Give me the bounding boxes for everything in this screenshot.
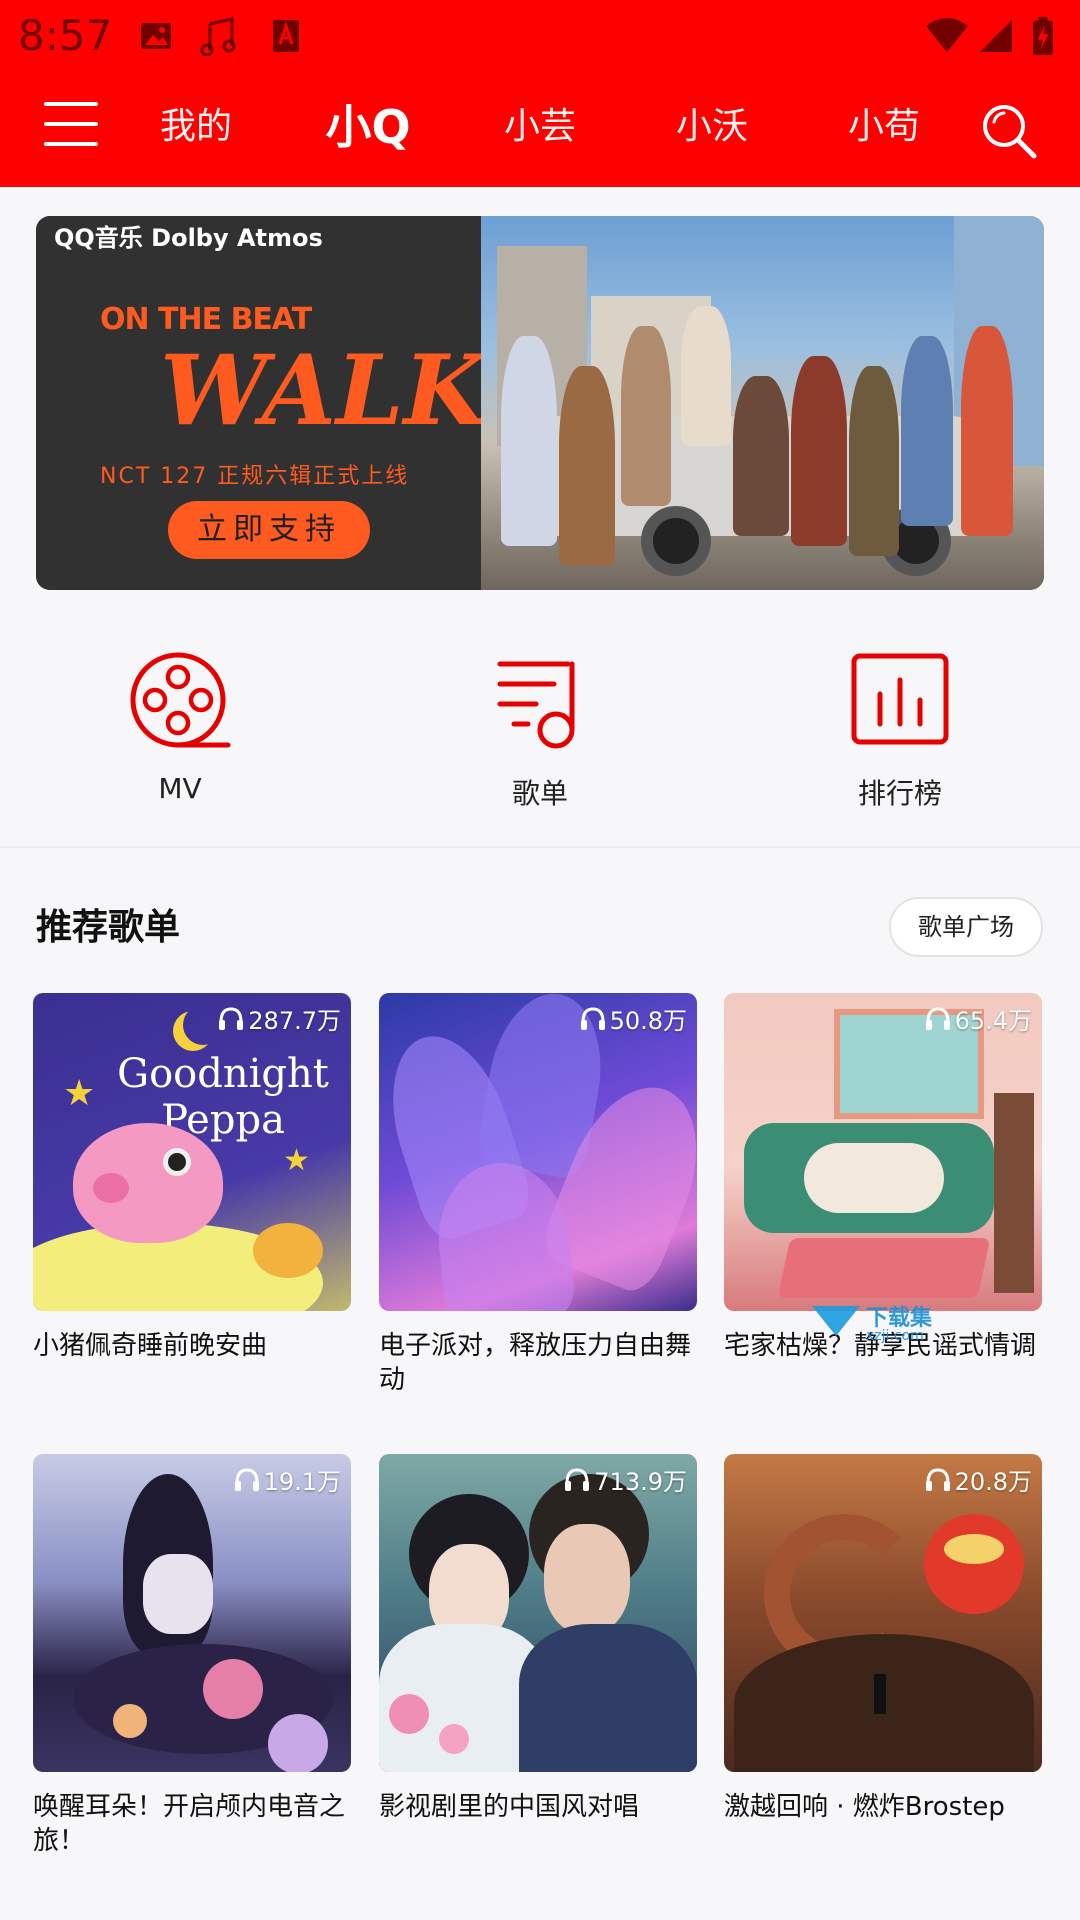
tab-xiaowo[interactable]: 小沃 — [666, 96, 758, 158]
mv-film-reel-icon — [128, 650, 232, 754]
top-bar: 8:57 我的 小Q 小芸 小沃 小苟 — [0, 0, 1080, 187]
top-nav: 我的 小Q 小芸 小沃 小苟 — [0, 72, 1080, 187]
download-arrow-icon — [812, 1306, 860, 1336]
menu-button[interactable] — [44, 102, 98, 152]
play-count: 65.4万 — [923, 1001, 1032, 1036]
banner-title: WALK — [160, 334, 488, 447]
wifi-icon — [924, 16, 970, 56]
status-time: 8:57 — [18, 11, 113, 60]
category-label: 排行榜 — [857, 777, 942, 810]
section-title: 推荐歌单 — [36, 907, 181, 948]
headphones-icon — [925, 1006, 950, 1030]
play-count: 19.1万 — [232, 1462, 341, 1497]
playlist-cover[interactable]: ★ ★ Goodnight Peppa 287.7万 — [33, 993, 351, 1311]
pdf-icon — [268, 16, 304, 56]
playlist-title[interactable]: 唤醒耳朵！开启颅内电音之旅！ — [33, 1790, 351, 1858]
playlist-icon — [488, 650, 592, 754]
category-playlist[interactable]: 歌单 — [440, 650, 640, 812]
tab-xiaoyun[interactable]: 小芸 — [494, 96, 586, 158]
playlist-cover[interactable]: 19.1万 — [33, 1454, 351, 1772]
headphones-icon — [219, 1006, 244, 1030]
play-count-text: 19.1万 — [263, 1468, 341, 1496]
playlist-square-button[interactable]: 歌单广场 — [889, 897, 1043, 957]
headphones-icon — [565, 1467, 590, 1491]
tab-xiaoq[interactable]: 小Q — [322, 96, 414, 158]
category-row: MV 歌单 排行榜 — [0, 650, 1080, 820]
status-bar: 8:57 — [0, 0, 1080, 72]
category-charts[interactable]: 排行榜 — [800, 650, 1000, 812]
playlist-cover[interactable]: 50.8万 — [379, 993, 697, 1311]
play-count: 713.9万 — [562, 1462, 687, 1497]
playlist-title[interactable]: 电子派对，释放压力自由舞动 — [379, 1329, 697, 1397]
playlist-card[interactable]: 20.8万 激越回响 · 燃炸Brostep — [724, 1454, 1042, 1824]
headphones-icon — [234, 1467, 259, 1491]
play-count-text: 65.4万 — [954, 1007, 1032, 1035]
category-label: MV — [158, 772, 202, 805]
banner-logo: QQ音乐 Dolby Atmos — [54, 224, 323, 252]
watermark: 下载集 xzji.com — [812, 1300, 962, 1360]
playlist-card[interactable]: ★ ★ Goodnight Peppa 287.7万 小猪佩奇睡前晚安曲 — [33, 993, 351, 1363]
playlist-cover[interactable]: 20.8万 — [724, 1454, 1042, 1772]
banner-text-panel: QQ音乐 Dolby Atmos ON THE BEAT WALK NCT 12… — [36, 216, 487, 590]
chart-bars-icon — [848, 650, 952, 754]
divider — [0, 846, 1080, 848]
image-icon — [138, 16, 174, 56]
playlist-card[interactable]: 19.1万 唤醒耳朵！开启颅内电音之旅！ — [33, 1454, 351, 1858]
playlist-cover[interactable]: 65.4万 — [724, 993, 1042, 1311]
battery-icon — [1030, 16, 1056, 56]
playlist-card[interactable]: 713.9万 影视剧里的中国风对唱 — [379, 1454, 697, 1824]
playlist-title[interactable]: 影视剧里的中国风对唱 — [379, 1790, 697, 1824]
category-label: 歌单 — [511, 777, 568, 810]
banner-description: NCT 127 正规六辑正式上线 — [100, 464, 410, 489]
play-count: 287.7万 — [216, 1001, 341, 1036]
play-count-text: 713.9万 — [594, 1468, 687, 1496]
play-count: 50.8万 — [578, 1001, 687, 1036]
play-count-text: 287.7万 — [248, 1007, 341, 1035]
playlist-title[interactable]: 激越回响 · 燃炸Brostep — [724, 1790, 1042, 1824]
headphones-icon — [925, 1467, 950, 1491]
music-note-icon — [200, 16, 236, 57]
tab-xiaogou[interactable]: 小苟 — [838, 96, 930, 158]
signal-icon — [978, 16, 1014, 56]
playlist-cover[interactable]: 713.9万 — [379, 1454, 697, 1772]
playlist-title[interactable]: 小猪佩奇睡前晚安曲 — [33, 1329, 351, 1363]
banner-photo — [481, 216, 1044, 590]
headphones-icon — [580, 1006, 605, 1030]
banner-cta-button[interactable]: 立即支持 — [168, 501, 370, 559]
promo-banner[interactable]: QQ音乐 Dolby Atmos ON THE BEAT WALK NCT 12… — [36, 216, 1044, 590]
category-mv[interactable]: MV — [80, 650, 280, 805]
playlist-card[interactable]: 50.8万 电子派对，释放压力自由舞动 — [379, 993, 697, 1397]
search-icon[interactable] — [978, 100, 1038, 160]
banner-subtitle: ON THE BEAT — [100, 302, 312, 337]
play-count: 20.8万 — [923, 1462, 1032, 1497]
watermark-sub: xzji.com — [866, 1328, 924, 1344]
play-count-text: 50.8万 — [609, 1007, 687, 1035]
play-count-text: 20.8万 — [954, 1468, 1032, 1496]
tab-mine[interactable]: 我的 — [150, 96, 242, 158]
